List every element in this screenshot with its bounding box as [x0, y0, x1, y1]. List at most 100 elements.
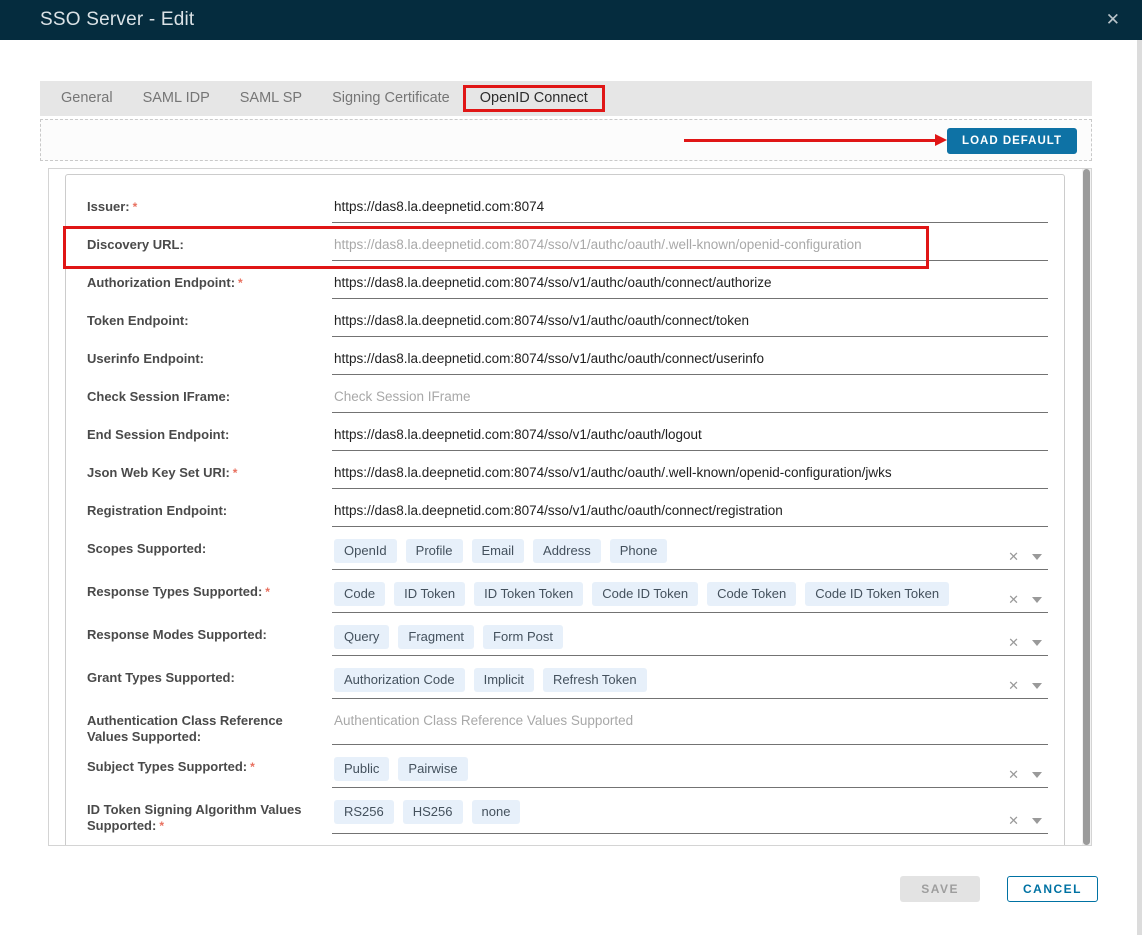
form-row: Authorization Endpoint:*https://das8.la.…	[87, 273, 1048, 299]
tab-saml-sp[interactable]: SAML SP	[225, 81, 317, 116]
required-asterisk: *	[238, 276, 243, 290]
text-input[interactable]: https://das8.la.deepnetid.com:8074/sso/v…	[332, 235, 1048, 261]
text-input[interactable]: https://das8.la.deepnetid.com:8074	[332, 197, 1048, 223]
tag-chip[interactable]: Form Post	[483, 625, 563, 649]
field-label: Json Web Key Set URI:*	[87, 463, 332, 489]
tag-chip[interactable]: Profile	[406, 539, 463, 563]
form-row: ID Token Signing Algorithm Values Suppor…	[87, 800, 1048, 834]
tag-list: Query Fragment Form Post	[334, 625, 988, 649]
dropdown-caret-icon[interactable]	[1032, 640, 1042, 646]
tag-chip[interactable]: Code ID Token Token	[805, 582, 949, 606]
field-icons: ✕	[1008, 680, 1042, 692]
load-default-button[interactable]: LOAD DEFAULT	[947, 128, 1077, 154]
clear-icon[interactable]: ✕	[1008, 551, 1019, 563]
close-icon[interactable]: ✕	[1106, 10, 1122, 30]
tag-chip[interactable]: Phone	[610, 539, 668, 563]
field-value: https://das8.la.deepnetid.com:8074/sso/v…	[334, 275, 772, 290]
tag-chip[interactable]: Code	[334, 582, 385, 606]
multiselect-input[interactable]: Public Pairwise ✕	[332, 757, 1048, 788]
tag-list: Public Pairwise	[334, 757, 988, 781]
multiselect-input[interactable]: Authorization Code Implicit Refresh Token ✕	[332, 668, 1048, 699]
footer: SAVE CANCEL	[48, 876, 1098, 902]
tag-chip[interactable]: Query	[334, 625, 389, 649]
dropdown-caret-icon[interactable]	[1032, 597, 1042, 603]
modal-header: SSO Server - Edit ✕	[0, 0, 1142, 40]
tag-chip[interactable]: ID Token Token	[474, 582, 583, 606]
text-input[interactable]: Check Session IFrame	[332, 387, 1048, 413]
multiselect-input[interactable]: Query Fragment Form Post ✕	[332, 625, 1048, 656]
field-label: Issuer:*	[87, 197, 332, 223]
field-label-text: Scopes Supported:	[87, 541, 206, 556]
tag-list: RS256 HS256 none	[334, 800, 988, 824]
clear-icon[interactable]: ✕	[1008, 637, 1019, 649]
field-label: Grant Types Supported:	[87, 668, 332, 699]
tag-chip[interactable]: OpenId	[334, 539, 397, 563]
field-placeholder: Check Session IFrame	[334, 389, 471, 404]
field-label-text: Grant Types Supported:	[87, 670, 235, 685]
tag-chip[interactable]: RS256	[334, 800, 394, 824]
dropdown-caret-icon[interactable]	[1032, 772, 1042, 778]
clear-icon[interactable]: ✕	[1008, 769, 1019, 781]
tab-bar: GeneralSAML IDPSAML SPSigning Certificat…	[40, 81, 1092, 116]
scrollbar-thumb[interactable]	[1083, 169, 1090, 845]
tag-chip[interactable]: ID Token	[394, 582, 465, 606]
clear-icon[interactable]: ✕	[1008, 594, 1019, 606]
page-scrollbar[interactable]	[1137, 40, 1142, 935]
tag-chip[interactable]: Fragment	[398, 625, 474, 649]
dialog-title: SSO Server - Edit	[40, 9, 194, 31]
field-icons: ✕	[1008, 551, 1042, 563]
field-icons: ✕	[1008, 769, 1042, 781]
form-row: Response Modes Supported: Query Fragment Fo…	[87, 625, 1048, 656]
text-input[interactable]: Authentication Class Reference Values Su…	[332, 711, 1048, 745]
dropdown-caret-icon[interactable]	[1032, 683, 1042, 689]
tag-chip[interactable]: Implicit	[474, 668, 534, 692]
tab-general[interactable]: General	[46, 81, 128, 116]
clear-icon[interactable]: ✕	[1008, 815, 1019, 827]
tag-chip[interactable]: none	[472, 800, 521, 824]
field-label: Registration Endpoint:	[87, 501, 332, 527]
text-input[interactable]: https://das8.la.deepnetid.com:8074/sso/v…	[332, 349, 1048, 375]
text-input[interactable]: https://das8.la.deepnetid.com:8074/sso/v…	[332, 501, 1048, 527]
form-row: Userinfo Endpoint: https://das8.la.deepne…	[87, 349, 1048, 375]
tag-list: Code ID Token ID Token Token Code ID Token C…	[334, 582, 988, 606]
form-row: Grant Types Supported: Authorization Code…	[87, 668, 1048, 699]
tab-openid-connect[interactable]: OpenID Connect	[465, 81, 603, 116]
tag-chip[interactable]: Address	[533, 539, 601, 563]
text-input[interactable]: https://das8.la.deepnetid.com:8074/sso/v…	[332, 311, 1048, 337]
text-input[interactable]: https://das8.la.deepnetid.com:8074/sso/v…	[332, 463, 1048, 489]
form-row: Discovery URL: https://das8.la.deepnetid.…	[87, 235, 1048, 261]
field-label-text: Token Endpoint:	[87, 313, 189, 328]
tab-signing-certificate[interactable]: Signing Certificate	[317, 81, 465, 116]
tag-chip[interactable]: Refresh Token	[543, 668, 647, 692]
multiselect-input[interactable]: OpenId Profile Email Address Phone ✕	[332, 539, 1048, 570]
field-label-text: Response Modes Supported:	[87, 627, 267, 642]
form-row: Scopes Supported: OpenId Profile Email Addre…	[87, 539, 1048, 570]
text-input[interactable]: https://das8.la.deepnetid.com:8074/sso/v…	[332, 425, 1048, 451]
multiselect-input[interactable]: RS256 HS256 none ✕	[332, 800, 1048, 834]
field-label-text: End Session Endpoint:	[87, 427, 229, 442]
field-label: Subject Types Supported:*	[87, 757, 332, 788]
field-label-text: Userinfo Endpoint:	[87, 351, 204, 366]
dropdown-caret-icon[interactable]	[1032, 818, 1042, 824]
tag-list: OpenId Profile Email Address Phone	[334, 539, 988, 563]
tag-chip[interactable]: Public	[334, 757, 389, 781]
tag-chip[interactable]: Authorization Code	[334, 668, 465, 692]
tag-chip[interactable]: HS256	[403, 800, 463, 824]
field-placeholder: Authentication Class Reference Values Su…	[334, 713, 633, 728]
field-label: End Session Endpoint:	[87, 425, 332, 451]
clear-icon[interactable]: ✕	[1008, 680, 1019, 692]
field-icons: ✕	[1008, 815, 1042, 827]
tag-chip[interactable]: Code ID Token	[592, 582, 698, 606]
text-input[interactable]: https://das8.la.deepnetid.com:8074/sso/v…	[332, 273, 1048, 299]
dropdown-caret-icon[interactable]	[1032, 554, 1042, 560]
save-button[interactable]: SAVE	[900, 876, 980, 902]
cancel-button[interactable]: CANCEL	[1007, 876, 1098, 902]
field-label-text: Discovery URL:	[87, 237, 184, 252]
scrollbar[interactable]	[1082, 169, 1091, 845]
form-row: Response Types Supported:*CodeID TokenID…	[87, 582, 1048, 613]
tag-chip[interactable]: Pairwise	[398, 757, 467, 781]
multiselect-input[interactable]: Code ID Token ID Token Token Code ID Token C…	[332, 582, 1048, 613]
tag-chip[interactable]: Code Token	[707, 582, 796, 606]
tag-chip[interactable]: Email	[472, 539, 525, 563]
tab-saml-idp[interactable]: SAML IDP	[128, 81, 225, 116]
